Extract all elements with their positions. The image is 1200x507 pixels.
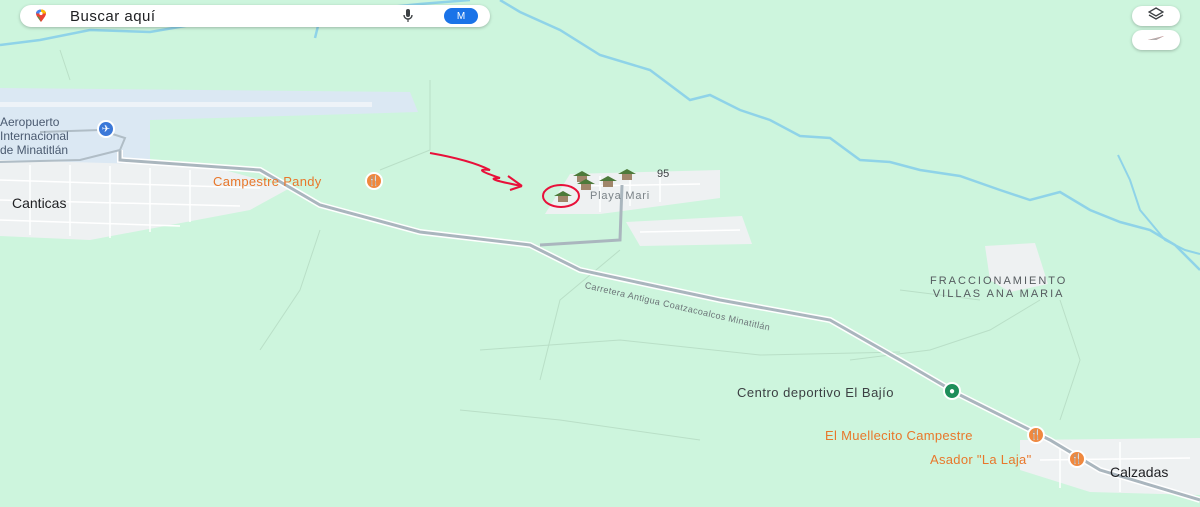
map-canvas[interactable] xyxy=(0,0,1200,507)
restaurant-icon[interactable]: 🍴 xyxy=(1027,426,1045,444)
search-bar[interactable]: Buscar aquí M xyxy=(20,5,490,27)
poi-label-muellecito[interactable]: El Muellecito Campestre xyxy=(825,428,973,443)
gazebo-icon[interactable] xyxy=(617,168,637,181)
account-avatar[interactable]: M xyxy=(444,8,478,24)
poi-label-playa[interactable]: Playa Mari xyxy=(590,190,650,202)
airport-label-line-1: Aeropuerto xyxy=(0,115,60,129)
area-label-line-1: FRACCIONAMIENTO xyxy=(930,275,1068,287)
airport-label-line-2: Internacional xyxy=(0,129,69,143)
runway xyxy=(0,102,372,107)
search-input[interactable]: Buscar aquí xyxy=(70,8,402,25)
airport-label[interactable]: Aeropuerto Internacional de Minatitlán xyxy=(0,115,69,157)
airport-icon[interactable]: ✈ xyxy=(97,120,115,138)
area-label-fraccionamiento[interactable]: FRACCIONAMIENTO VILLAS ANA MARIA xyxy=(930,275,1067,301)
layers-icon xyxy=(1147,6,1165,26)
sports-icon[interactable]: ● xyxy=(943,382,961,400)
layers-button[interactable] xyxy=(1132,6,1180,26)
restaurant-icon[interactable]: 🍴 xyxy=(1068,450,1086,468)
poi-label-campestre-pandy[interactable]: Campestre Pandy xyxy=(213,174,322,189)
town-label-canticas[interactable]: Canticas xyxy=(12,195,66,211)
airport-label-line-3: de Minatitlán xyxy=(0,143,69,157)
town-label-calzadas[interactable]: Calzadas xyxy=(1110,464,1168,480)
microphone-icon[interactable] xyxy=(402,9,414,23)
poi-label-asador[interactable]: Asador "La Laja" xyxy=(930,452,1031,467)
gazebo-icon[interactable] xyxy=(553,190,573,203)
compass-button[interactable] xyxy=(1132,30,1180,50)
compass-icon xyxy=(1146,31,1166,49)
area-label-line-2: VILLAS ANA MARIA xyxy=(932,288,1065,300)
restaurant-icon[interactable]: 🍴 xyxy=(365,172,383,190)
place-count-label: 95 xyxy=(657,168,670,180)
poi-label-centro-deportivo[interactable]: Centro deportivo El Bajío xyxy=(737,385,894,400)
google-maps-logo-icon xyxy=(32,9,50,23)
gazebo-icon[interactable] xyxy=(598,175,618,188)
